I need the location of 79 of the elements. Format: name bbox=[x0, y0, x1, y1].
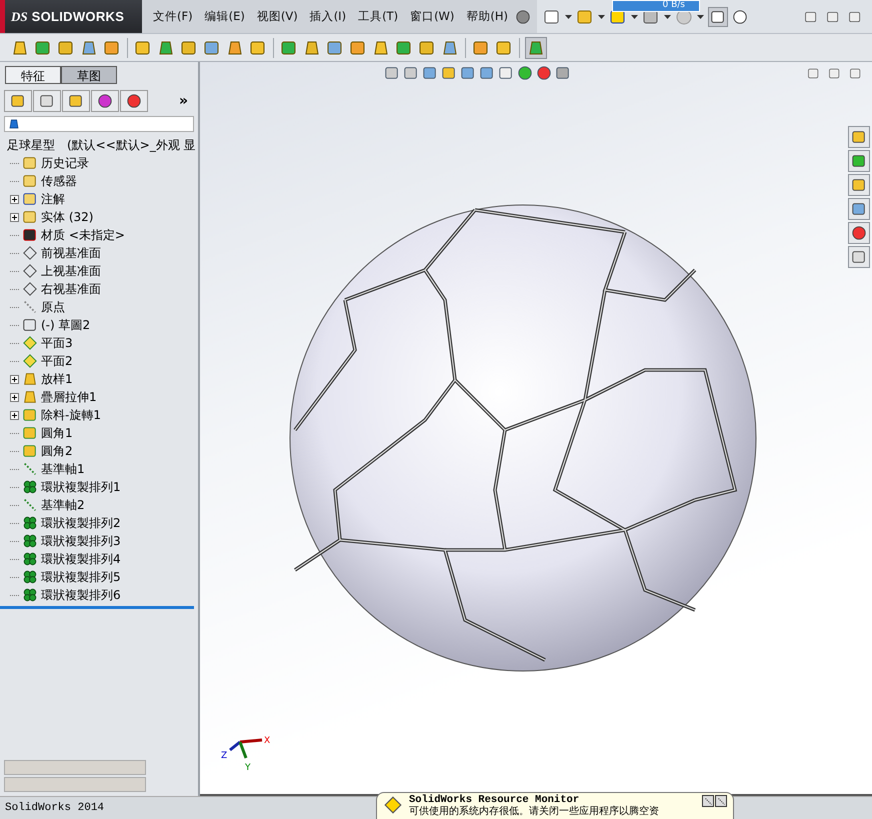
caret-icon[interactable] bbox=[697, 14, 704, 18]
manager-tab[interactable] bbox=[62, 90, 90, 112]
expand-plus-icon[interactable] bbox=[10, 392, 19, 402]
scrollbar[interactable] bbox=[4, 777, 146, 792]
menu-item[interactable]: 工具(T) bbox=[353, 7, 404, 26]
circular-pattern-icon bbox=[22, 587, 38, 603]
circular-pattern-icon bbox=[22, 515, 38, 531]
panel-tab[interactable]: 特征 bbox=[5, 66, 61, 84]
tree-item[interactable]: 基準軸2 bbox=[41, 496, 85, 514]
caret-icon[interactable] bbox=[664, 14, 672, 18]
caret-icon[interactable] bbox=[565, 14, 572, 18]
menu-item[interactable]: 窗口(W) bbox=[405, 7, 460, 26]
menu-item[interactable]: 视图(V) bbox=[252, 7, 303, 26]
scrollbar[interactable] bbox=[4, 760, 146, 775]
tree-item[interactable]: (-) 草圖2 bbox=[41, 316, 90, 334]
manager-tab[interactable] bbox=[120, 90, 148, 112]
tree-item[interactable]: 上视基准面 bbox=[41, 262, 101, 280]
tree-item[interactable]: 環狀複製排列2 bbox=[41, 514, 121, 532]
origin-icon bbox=[22, 299, 38, 315]
task-pane-tab[interactable] bbox=[848, 198, 870, 220]
axis-icon bbox=[22, 461, 38, 477]
tree-item[interactable]: 实体 (32) bbox=[41, 208, 94, 226]
manager-tab[interactable] bbox=[4, 90, 32, 112]
tree-item[interactable]: 環狀複製排列6 bbox=[41, 586, 121, 604]
circular-pattern-icon bbox=[22, 551, 38, 567]
tree-item[interactable]: 環狀複製排列1 bbox=[41, 478, 121, 496]
task-pane-tab[interactable] bbox=[848, 174, 870, 196]
tree-item[interactable]: 平面3 bbox=[41, 334, 73, 352]
close-button[interactable] bbox=[715, 795, 727, 807]
tree-item[interactable]: 右视基准面 bbox=[41, 280, 101, 298]
tree-item[interactable]: 前视基准面 bbox=[41, 244, 101, 262]
task-pane-tab[interactable] bbox=[848, 246, 870, 268]
tree-item[interactable]: 環狀複製排列4 bbox=[41, 550, 121, 568]
filter-field[interactable] bbox=[4, 116, 194, 132]
tree-item[interactable]: 環狀複製排列3 bbox=[41, 532, 121, 550]
status-text: SolidWorks 2014 bbox=[5, 802, 104, 814]
menu-item[interactable]: 文件(F) bbox=[148, 7, 198, 26]
circular-pattern-icon bbox=[22, 533, 38, 549]
tree-item[interactable]: 環狀複製排列5 bbox=[41, 568, 121, 586]
filter-icon bbox=[8, 118, 20, 130]
tree-item[interactable]: 平面2 bbox=[41, 352, 73, 370]
tree-item[interactable]: 原点 bbox=[41, 298, 65, 316]
expand-plus-icon[interactable] bbox=[10, 374, 19, 384]
tree-item[interactable]: 传感器 bbox=[41, 172, 77, 190]
expand-plus-icon[interactable] bbox=[10, 410, 19, 420]
task-pane-tab[interactable] bbox=[848, 222, 870, 244]
circular-pattern-icon bbox=[22, 479, 38, 495]
expand-plus-icon[interactable] bbox=[10, 194, 19, 204]
tree-item[interactable]: 疊層拉伸1 bbox=[41, 388, 97, 406]
panel-tab[interactable]: 草图 bbox=[61, 66, 117, 84]
settings-button[interactable] bbox=[702, 795, 714, 807]
manager-tab[interactable] bbox=[33, 90, 61, 112]
toolbar-button[interactable] bbox=[525, 36, 547, 58]
expand-plus-icon[interactable] bbox=[10, 212, 19, 222]
menu-item[interactable]: 编辑(E) bbox=[200, 7, 250, 26]
tree-root[interactable]: 足球星型 (默认<<默认>_外观 显 bbox=[7, 136, 196, 154]
tree-item[interactable]: 圓角1 bbox=[41, 424, 73, 442]
caret-icon[interactable] bbox=[598, 14, 606, 18]
axis-triad-drawing: X Z Y bbox=[220, 730, 280, 774]
app-logo: DS SOLIDWORKS bbox=[0, 0, 142, 33]
menu-item[interactable]: 帮助(H) bbox=[461, 7, 514, 26]
menu-item[interactable]: 插入(I) bbox=[304, 7, 352, 26]
task-pane-tab[interactable] bbox=[848, 126, 870, 148]
tree-item[interactable]: 注解 bbox=[41, 190, 65, 208]
tree-item[interactable]: 除料-旋轉1 bbox=[41, 406, 101, 424]
tree-item[interactable]: 材质 <未指定> bbox=[41, 226, 125, 244]
tree-item[interactable]: 历史记录 bbox=[41, 154, 89, 172]
tree-item[interactable]: 放样1 bbox=[41, 370, 73, 388]
circular-pattern-icon bbox=[22, 569, 38, 585]
select-button[interactable] bbox=[708, 6, 728, 26]
notification-message: 可供使用的系统内存很低。请关闭一些应用程序以腾空资 bbox=[409, 806, 659, 817]
caret-icon[interactable] bbox=[631, 14, 638, 18]
axis-icon bbox=[22, 497, 38, 513]
notification-title: SolidWorks Resource Monitor bbox=[409, 795, 580, 806]
tree-item[interactable]: 圓角2 bbox=[41, 442, 73, 460]
more-tabs[interactable]: » bbox=[178, 93, 188, 109]
task-pane-tab[interactable] bbox=[848, 150, 870, 172]
tree-item[interactable]: 基準軸1 bbox=[41, 460, 85, 478]
manager-tab[interactable] bbox=[91, 90, 119, 112]
